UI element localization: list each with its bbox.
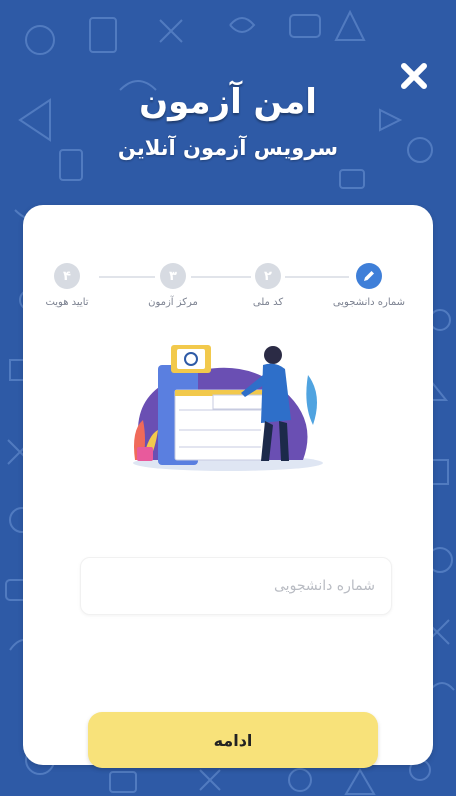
step-label: تایید هویت xyxy=(45,297,89,308)
form-card: شماره دانشجویی ۲ کد ملی ۳ مرکز آزمون ۴ ت… xyxy=(23,205,433,765)
continue-button[interactable]: ادامه xyxy=(88,712,378,768)
step-number: ۳ xyxy=(160,263,186,289)
pencil-icon xyxy=(364,271,374,281)
app-title: امن آزمون xyxy=(139,82,317,122)
step-identity-verification[interactable]: ۴ تایید هویت xyxy=(27,263,107,308)
filing-cabinet-illustration xyxy=(133,345,323,471)
step-label: کد ملی xyxy=(252,297,284,308)
app-screen: امن آزمون سرویس آزمون آنلاین شماره دانشج… xyxy=(0,0,456,796)
student-id-field[interactable] xyxy=(80,557,392,615)
step-exam-center[interactable]: ۳ مرکز آزمون xyxy=(133,263,213,308)
step-number: ۲ xyxy=(255,263,281,289)
step-label: شماره دانشجویی xyxy=(332,297,406,308)
step-number: ۴ xyxy=(54,263,80,289)
step-student-id[interactable]: شماره دانشجویی xyxy=(329,263,409,308)
student-id-input[interactable] xyxy=(81,558,391,614)
step-active-marker xyxy=(356,263,382,289)
progress-stepper: شماره دانشجویی ۲ کد ملی ۳ مرکز آزمون ۴ ت… xyxy=(23,263,433,323)
step-label: مرکز آزمون xyxy=(148,297,198,308)
app-subtitle: سرویس آزمون آنلاین xyxy=(117,136,339,160)
step-national-code[interactable]: ۲ کد ملی xyxy=(228,263,308,308)
